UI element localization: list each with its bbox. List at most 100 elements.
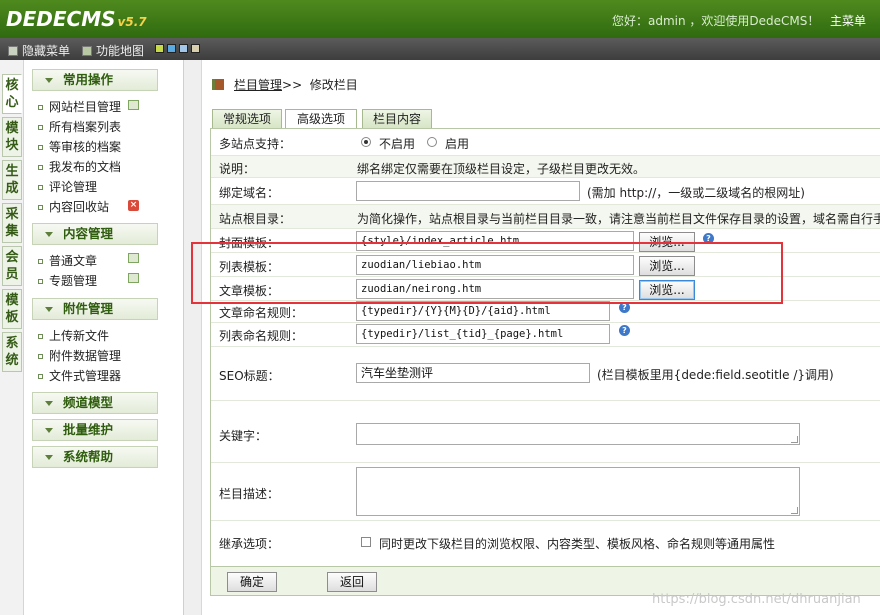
tab-content[interactable]: 栏目内容: [362, 109, 432, 128]
domain-hint: (需加 http://，一级或二级域名的根网址): [587, 186, 805, 200]
menu-group-attachments[interactable]: 附件管理: [32, 298, 158, 320]
tab-general[interactable]: 常规选项: [212, 109, 282, 128]
menu-item-comments[interactable]: 评论管理: [38, 178, 97, 195]
vtab-core[interactable]: 核心: [2, 74, 22, 114]
resize-grip-icon[interactable]: [791, 436, 798, 443]
menu-item-file-manager[interactable]: 文件式管理器: [38, 367, 121, 384]
row-description: 栏目描述：: [211, 463, 880, 521]
menu-item-recycle-bin[interactable]: 内容回收站: [38, 198, 109, 215]
bullet-icon: [38, 145, 43, 150]
skin-swatch-green[interactable]: [155, 44, 164, 53]
help-icon[interactable]: ?: [619, 325, 630, 336]
vtab-generate[interactable]: 生成: [2, 160, 22, 200]
menu-item-label: 附件数据管理: [49, 349, 122, 363]
menu-group-title: 批量维护: [63, 422, 114, 437]
menu-item-topics[interactable]: 专题管理: [38, 272, 97, 289]
menu-group-title: 常用操作: [63, 72, 114, 87]
vertical-tabs: 核心 模块 生成 采集 会员 模板 系统: [0, 60, 24, 615]
skin-swatch-beige[interactable]: [191, 44, 200, 53]
note-text: 绑名绑定仅需要在顶级栏目设定，子级栏目更改无效。: [357, 162, 646, 176]
bullet-icon: [38, 205, 43, 210]
article-naming-input[interactable]: {typedir}/{Y}{M}{D}/{aid}.html: [356, 301, 610, 321]
collapse-triangle-icon: [45, 401, 53, 406]
collapse-triangle-icon: [45, 307, 53, 312]
site-root-text: 为简化操作，站点根目录与当前栏目目录一致，请注意当前栏目文件保存目录的设置，域名…: [357, 212, 880, 226]
bullet-icon: [38, 374, 43, 379]
watermark: https://blog.csdn.net/dhruanjian: [652, 592, 861, 607]
vtab-system[interactable]: 系统: [2, 332, 22, 372]
row-keywords: 关键字：: [211, 401, 880, 463]
vtab-template[interactable]: 模板: [2, 289, 22, 329]
menu-group-title: 频道模型: [63, 395, 114, 410]
vtab-module[interactable]: 模块: [2, 117, 22, 157]
menu-item-articles[interactable]: 普通文章: [38, 252, 97, 269]
site-map-button[interactable]: 功能地图: [82, 42, 144, 59]
grid-icon: [82, 46, 92, 56]
row-inherit: 继承选项： 同时更改下级栏目的浏览权限、内容类型、模板风格、命名规则等通用属性: [211, 521, 880, 561]
keywords-label: 关键字：: [219, 429, 268, 443]
multisite-on-label: 启用: [445, 137, 470, 151]
hide-menu-label: 隐藏菜单: [22, 44, 71, 58]
resize-grip-icon[interactable]: [791, 507, 798, 514]
vtab-collect[interactable]: 采集: [2, 203, 22, 243]
inherit-text: 同时更改下级栏目的浏览权限、内容类型、模板风格、命名规则等通用属性: [379, 537, 776, 551]
multisite-off-radio[interactable]: [361, 137, 371, 147]
menu-item-upload-file[interactable]: 上传新文件: [38, 327, 109, 344]
red-highlight-box: [191, 242, 783, 304]
menu-group-batch[interactable]: 批量维护: [32, 419, 158, 441]
tab-advanced[interactable]: 高级选项: [285, 109, 357, 129]
menu-item-attachment-data[interactable]: 附件数据管理: [38, 347, 121, 364]
list-naming-input[interactable]: {typedir}/list_{tid}_{page}.html: [356, 324, 610, 344]
menu-item-label: 普通文章: [49, 254, 98, 268]
hide-menu-button[interactable]: 隐藏菜单: [8, 42, 70, 59]
description-textarea[interactable]: [356, 467, 800, 516]
multisite-on-radio[interactable]: [427, 137, 437, 147]
description-label: 栏目描述：: [219, 487, 280, 501]
main-menu-link[interactable]: 主菜单: [830, 12, 866, 29]
frame-divider[interactable]: [184, 60, 202, 615]
inherit-checkbox[interactable]: [361, 537, 371, 547]
back-button[interactable]: 返回: [327, 572, 377, 592]
bullet-icon: [38, 165, 43, 170]
site-root-label: 站点根目录：: [219, 212, 292, 226]
skin-swatch-lightblue[interactable]: [179, 44, 188, 53]
article-naming-label: 文章命名规则：: [219, 306, 304, 320]
skin-swatch-blue[interactable]: [167, 44, 176, 53]
bullet-icon: [38, 125, 43, 130]
multisite-off-label: 不启用: [379, 137, 416, 151]
menu-group-common[interactable]: 常用操作: [32, 69, 158, 91]
menu-item-my-documents[interactable]: 我发布的文档: [38, 158, 121, 175]
menu-item-all-archives[interactable]: 所有档案列表: [38, 118, 121, 135]
breadcrumb-current: 修改栏目: [309, 78, 358, 92]
keywords-textarea[interactable]: [356, 423, 800, 445]
menu-item-label: 文件式管理器: [49, 369, 122, 383]
version-label: v5.7: [117, 15, 147, 29]
collapse-triangle-icon: [45, 232, 53, 237]
confirm-button[interactable]: 确定: [227, 572, 277, 592]
add-icon[interactable]: [128, 253, 139, 263]
logo-text: DEDECMS: [6, 7, 116, 31]
menu-item-category-manage[interactable]: 网站栏目管理: [38, 98, 121, 115]
clear-trash-icon[interactable]: ×: [128, 200, 139, 211]
vtab-member[interactable]: 会员: [2, 246, 22, 286]
add-icon[interactable]: [128, 100, 139, 110]
add-icon[interactable]: [128, 273, 139, 283]
breadcrumb-category-link[interactable]: 栏目管理: [234, 78, 282, 92]
multisite-label: 多站点支持：: [219, 137, 292, 151]
breadcrumb-separator: >>: [282, 78, 303, 92]
seo-title-hint: (栏目模板里用{dede:field.seotitle /}调用): [597, 368, 834, 382]
seo-title-input[interactable]: 汽车坐垫测评: [356, 363, 590, 383]
menu-item-label: 评论管理: [49, 180, 98, 194]
row-site-root: 站点根目录： 为简化操作，站点根目录与当前栏目目录一致，请注意当前栏目文件保存目…: [211, 205, 880, 229]
domain-input[interactable]: [356, 181, 580, 201]
dedecms-logo: DEDECMS v5.7: [6, 7, 147, 31]
top-bar: DEDECMS v5.7 您好：admin ，欢迎使用DedeCMS！ 主菜单: [0, 0, 880, 38]
menu-group-channel-model[interactable]: 频道模型: [32, 392, 158, 414]
menu-group-help[interactable]: 系统帮助: [32, 446, 158, 468]
book-icon: [212, 79, 224, 90]
left-menu: 常用操作 网站栏目管理 所有档案列表 等审核的档案 我发布的文档 评论管理 内容…: [24, 60, 184, 615]
menu-item-pending-archives[interactable]: 等审核的档案: [38, 138, 121, 155]
bullet-icon: [38, 354, 43, 359]
bullet-icon: [38, 334, 43, 339]
menu-group-content[interactable]: 内容管理: [32, 223, 158, 245]
